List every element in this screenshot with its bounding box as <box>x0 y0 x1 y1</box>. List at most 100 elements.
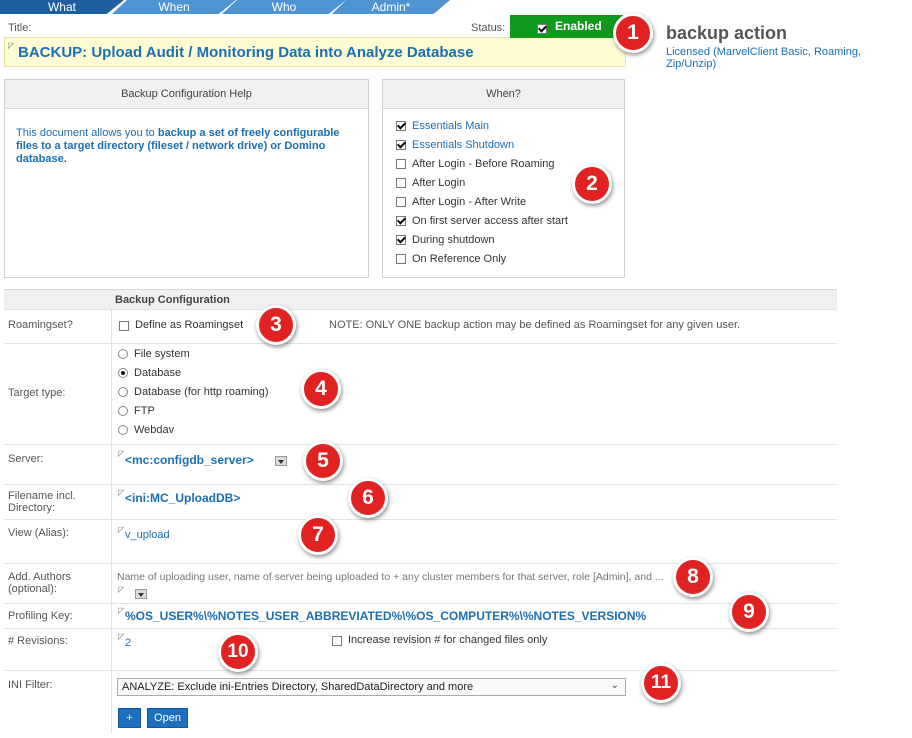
profiling-label: Profiling Key: <box>4 604 112 628</box>
callout-6: 6 <box>348 478 388 518</box>
view-value-cell: ◸ v_upload <box>117 520 837 563</box>
status-checkbox[interactable] <box>537 23 547 34</box>
ini-filter-value: ANALYZE: Exclude ini-Entries Directory, … <box>122 681 474 693</box>
server-dropdown-icon[interactable] <box>275 456 287 467</box>
when-option-label: After Login - Before Roaming <box>412 158 555 170</box>
when-option-label: Essentials Main <box>412 120 490 132</box>
target-radio[interactable] <box>118 425 128 436</box>
target-label: Target type: <box>4 344 112 444</box>
status-toggle[interactable]: Enabled <box>510 15 623 38</box>
field-start-marker: ◸ <box>118 606 125 615</box>
tab-who[interactable]: Who <box>222 0 346 14</box>
filename-value-cell: ◸ <ini:MC_UploadDB> <box>117 485 837 519</box>
when-option[interactable]: During shutdown <box>396 234 495 246</box>
roamingset-note: NOTE: ONLY ONE backup action may be defi… <box>329 319 741 331</box>
callout-2: 2 <box>572 164 612 204</box>
tab-what[interactable]: What <box>0 0 124 14</box>
help-text: This document allows you to backup a set… <box>16 127 361 166</box>
when-checkbox[interactable] <box>396 140 406 151</box>
target-row: Target type: File system Database Database… <box>4 343 837 444</box>
authors-dropdown-icon[interactable] <box>135 589 147 600</box>
form-name: backup action <box>666 23 788 43</box>
when-checkbox[interactable] <box>396 159 406 170</box>
callout-7: 7 <box>298 515 338 555</box>
target-radio[interactable] <box>118 406 128 417</box>
revisions-option: Increase revision # for changed files on… <box>348 634 548 646</box>
target-option-label: Webdav <box>134 424 175 436</box>
when-option[interactable]: On first server access after start <box>396 215 568 227</box>
server-row: Server: ◸ <mc:configdb_server> <box>4 444 837 484</box>
tab-when[interactable]: When <box>112 0 236 14</box>
title-label: Title: <box>8 22 32 34</box>
revisions-value[interactable]: 2 <box>125 637 131 649</box>
target-radio[interactable] <box>118 387 128 398</box>
title-field[interactable]: ◸ BACKUP: Upload Audit / Monitoring Data… <box>4 37 626 67</box>
target-radio[interactable] <box>118 368 128 379</box>
when-option[interactable]: After Login <box>396 177 465 189</box>
when-checkbox[interactable] <box>396 216 406 227</box>
when-checkbox[interactable] <box>396 254 406 265</box>
target-option-label: Database <box>134 367 182 379</box>
ini-filter-select[interactable]: ANALYZE: Exclude ini-Entries Directory, … <box>117 678 626 696</box>
open-button[interactable]: Open <box>147 708 188 728</box>
ini-value-cell: ANALYZE: Exclude ini-Entries Directory, … <box>117 671 837 734</box>
target-option[interactable]: Database (for http roaming) <box>118 386 269 398</box>
when-checkbox[interactable] <box>396 235 406 246</box>
callout-10: 10 <box>218 632 258 672</box>
callout-11: 11 <box>641 663 681 703</box>
authors-value-cell: Name of uploading user, name of server b… <box>117 564 837 603</box>
revisions-row: # Revisions: ◸ 2 Increase revision # for… <box>4 628 837 670</box>
help-heading: Backup Configuration Help <box>5 80 368 109</box>
target-option[interactable]: FTP <box>118 405 155 417</box>
when-option-label: During shutdown <box>412 234 495 246</box>
ini-row: INI Filter: ANALYZE: Exclude ini-Entries… <box>4 670 837 734</box>
field-start-marker: ◸ <box>118 632 125 641</box>
filename-row: Filename incl. Directory: ◸ <ini:MC_Uplo… <box>4 484 837 519</box>
config-heading: Backup Configuration <box>115 294 230 306</box>
revisions-checkbox[interactable] <box>332 636 342 647</box>
roamingset-option: Define as Roamingset <box>135 319 244 331</box>
target-option-label: FTP <box>134 405 155 417</box>
target-option[interactable]: File system <box>118 348 190 360</box>
view-value[interactable]: v_upload <box>125 529 170 541</box>
revisions-label: # Revisions: <box>4 629 112 670</box>
authors-hint: Name of uploading user, name of server b… <box>117 571 664 583</box>
roamingset-checkbox[interactable] <box>119 321 129 332</box>
when-option[interactable]: Essentials Main <box>396 120 489 132</box>
when-option[interactable]: On Reference Only <box>396 253 506 265</box>
field-start-marker: ◸ <box>8 41 15 50</box>
when-option[interactable]: After Login - Before Roaming <box>396 158 554 170</box>
view-row: View (Alias): ◸ v_upload <box>4 519 837 563</box>
filename-value[interactable]: <ini:MC_UploadDB> <box>125 491 240 505</box>
when-option[interactable]: After Login - After Write <box>396 196 526 208</box>
when-option-label: On first server access after start <box>412 215 568 227</box>
roamingset-label: Roamingset? <box>4 310 112 343</box>
when-option-label: Essentials Shutdown <box>412 139 515 151</box>
chevron-down-icon: ⌄ <box>610 680 619 691</box>
server-label: Server: <box>4 445 112 484</box>
config-header-row: Backup Configuration <box>4 289 837 309</box>
field-start-marker: ◸ <box>118 585 125 594</box>
target-radio[interactable] <box>118 349 128 360</box>
title-value: BACKUP: Upload Audit / Monitoring Data i… <box>18 44 474 61</box>
target-option-label: File system <box>134 348 190 360</box>
server-value[interactable]: <mc:configdb_server> <box>125 453 254 467</box>
license-link[interactable]: Licensed (MarvelClient Basic, Roaming, Z… <box>666 46 912 70</box>
when-checkbox[interactable] <box>396 178 406 189</box>
target-option[interactable]: Webdav <box>118 424 174 436</box>
add-button[interactable]: + <box>118 708 141 728</box>
target-option[interactable]: Database <box>118 367 181 379</box>
when-heading: When? <box>383 80 624 109</box>
when-option-label: After Login - After Write <box>412 196 527 208</box>
callout-4: 4 <box>301 369 341 409</box>
when-option[interactable]: Essentials Shutdown <box>396 139 514 151</box>
profiling-value[interactable]: %OS_USER%\%NOTES_USER_ABBREVIATED%\%OS_C… <box>125 609 646 623</box>
callout-9: 9 <box>729 592 769 632</box>
authors-label: Add. Authors (optional): <box>4 564 112 603</box>
help-panel: Backup Configuration Help This document … <box>4 79 369 278</box>
tab-admin[interactable]: Admin* <box>332 0 450 14</box>
callout-1: 1 <box>613 13 653 53</box>
filename-label: Filename incl. Directory: <box>4 485 112 519</box>
when-checkbox[interactable] <box>396 121 406 132</box>
when-checkbox[interactable] <box>396 197 406 208</box>
